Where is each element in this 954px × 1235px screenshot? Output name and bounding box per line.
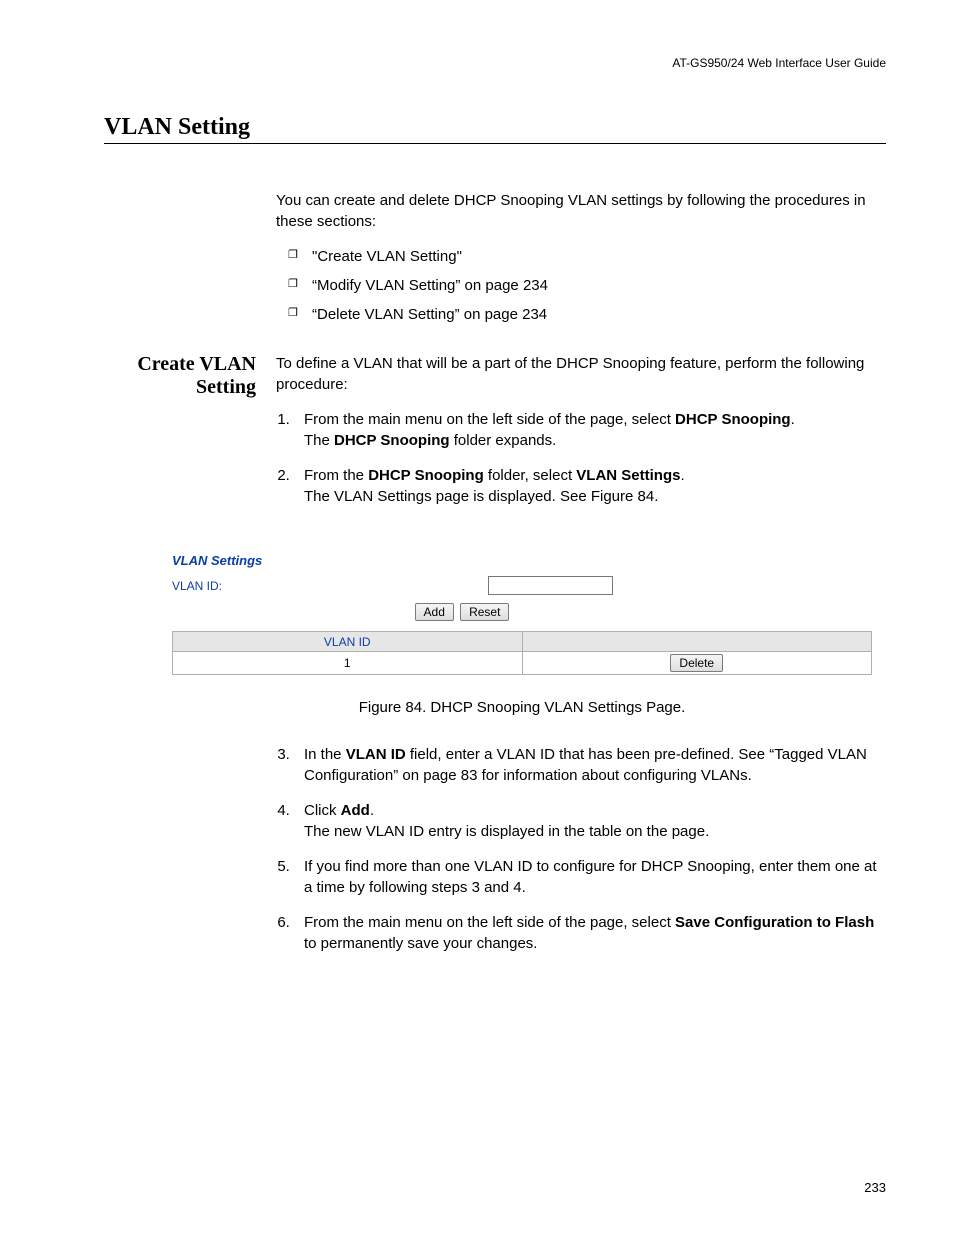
page-number: 233: [864, 1180, 886, 1195]
step-6: From the main menu on the left side of t…: [294, 912, 886, 954]
text: In the: [304, 746, 346, 763]
text: From the main menu on the left side of t…: [304, 411, 675, 428]
intro-list-item: "Create VLAN Setting": [288, 246, 886, 267]
text: .: [680, 467, 684, 484]
bold: DHCP Snooping: [334, 432, 450, 449]
bold: Add: [341, 802, 370, 819]
step-1: From the main menu on the left side of t…: [294, 409, 886, 451]
bold: VLAN Settings: [576, 467, 680, 484]
reset-button[interactable]: Reset: [460, 603, 509, 621]
step-5: If you find more than one VLAN ID to con…: [294, 856, 886, 898]
figure-caption: Figure 84. DHCP Snooping VLAN Settings P…: [172, 699, 872, 716]
text: folder expands.: [450, 432, 557, 449]
side-heading-create: Create VLAN Setting: [68, 353, 276, 399]
th-action: [522, 632, 872, 652]
step-2: From the DHCP Snooping folder, select VL…: [294, 465, 886, 507]
text: From the main menu on the left side of t…: [304, 914, 675, 931]
th-vlan-id: VLAN ID: [173, 632, 523, 652]
text: The: [304, 432, 334, 449]
page-title: VLAN Setting: [104, 114, 886, 144]
table-header-row: VLAN ID: [173, 632, 872, 652]
panel-title: VLAN Settings: [172, 549, 872, 574]
text: .: [791, 411, 795, 428]
vlan-id-label: VLAN ID:: [172, 579, 488, 593]
steps-continued: In the VLAN ID field, enter a VLAN ID th…: [276, 730, 886, 968]
step-4: Click Add. The new VLAN ID entry is disp…: [294, 800, 886, 842]
steps-list-1: From the main menu on the left side of t…: [276, 409, 886, 507]
create-body: To define a VLAN that will be a part of …: [276, 353, 886, 521]
button-row: Add Reset: [52, 603, 872, 621]
text: The new VLAN ID entry is displayed in th…: [304, 823, 709, 840]
text: .: [370, 802, 374, 819]
text: From the: [304, 467, 368, 484]
text: Click: [304, 802, 341, 819]
add-button[interactable]: Add: [415, 603, 454, 621]
cell-vlan-id: 1: [173, 652, 523, 675]
bold: VLAN ID: [346, 746, 406, 763]
cell-action: Delete: [522, 652, 872, 675]
text: The VLAN Settings page is displayed. See…: [304, 488, 658, 505]
text: folder, select: [484, 467, 577, 484]
text: to permanently save your changes.: [304, 935, 537, 952]
create-lead: To define a VLAN that will be a part of …: [276, 355, 864, 393]
bold: Save Configuration to Flash: [675, 914, 874, 931]
bold: DHCP Snooping: [368, 467, 484, 484]
form-row: VLAN ID:: [172, 574, 872, 601]
vlan-table: VLAN ID 1 Delete: [172, 631, 872, 675]
delete-button[interactable]: Delete: [670, 654, 723, 672]
table-row: 1 Delete: [173, 652, 872, 675]
step-3: In the VLAN ID field, enter a VLAN ID th…: [294, 744, 886, 786]
intro-list: "Create VLAN Setting" “Modify VLAN Setti…: [276, 246, 886, 325]
vlan-id-input[interactable]: [488, 576, 613, 595]
figure-84: VLAN Settings VLAN ID: Add Reset VLAN ID…: [172, 549, 872, 716]
intro-list-item: “Delete VLAN Setting” on page 234: [288, 304, 886, 325]
bold: DHCP Snooping: [675, 411, 791, 428]
steps-list-2: In the VLAN ID field, enter a VLAN ID th…: [276, 744, 886, 954]
doc-header: AT-GS950/24 Web Interface User Guide: [68, 56, 886, 70]
intro-list-item: “Modify VLAN Setting” on page 234: [288, 275, 886, 296]
intro-text: You can create and delete DHCP Snooping …: [276, 192, 866, 230]
intro-block: You can create and delete DHCP Snooping …: [276, 190, 886, 333]
